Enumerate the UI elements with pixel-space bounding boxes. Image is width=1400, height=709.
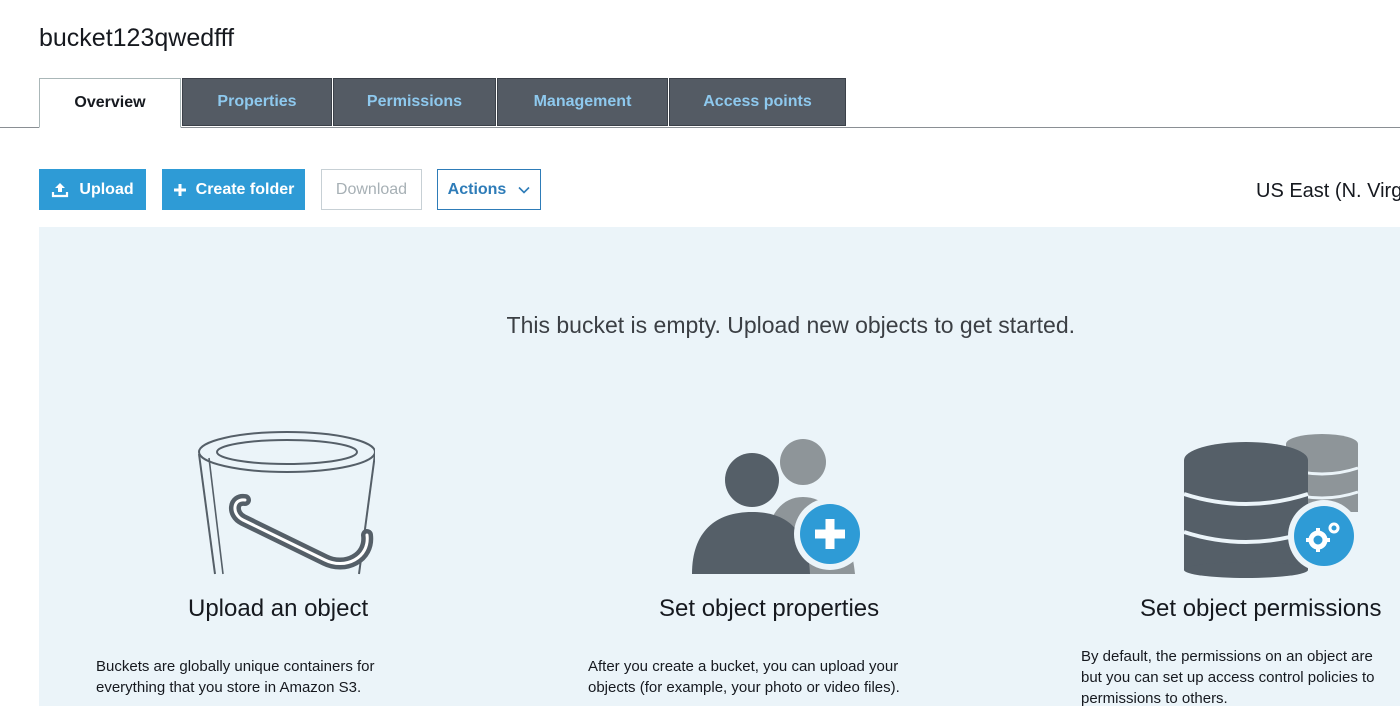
card-title-upload: Upload an object xyxy=(188,595,369,622)
users-add-icon xyxy=(692,439,866,574)
card-desc-line: but you can set up access control polici… xyxy=(1081,669,1375,686)
card-desc-properties: After you create a bucket, you can uploa… xyxy=(588,656,900,698)
card-desc-line: After you create a bucket, you can uploa… xyxy=(588,658,899,675)
card-desc-upload: Buckets are globally unique containers f… xyxy=(96,656,375,698)
region-label: US East (N. Virg xyxy=(1256,180,1400,202)
tab-overview[interactable]: Overview xyxy=(39,78,181,128)
chevron-down-icon xyxy=(518,186,530,194)
download-button[interactable]: Download xyxy=(321,169,422,210)
actions-label: Actions xyxy=(447,180,507,198)
card-title-permissions: Set object permissions xyxy=(1140,595,1382,622)
actions-dropdown[interactable]: Actions xyxy=(437,169,541,210)
empty-state-message: This bucket is empty. Upload new objects… xyxy=(506,312,1075,338)
card-desc-line: By default, the permissions on an object… xyxy=(1081,648,1373,665)
tab-properties[interactable]: Properties xyxy=(182,78,332,126)
create-folder-button[interactable]: Create folder xyxy=(162,169,305,210)
tab-management[interactable]: Management xyxy=(497,78,668,126)
tab-permissions[interactable]: Permissions xyxy=(333,78,496,126)
tab-access-points[interactable]: Access points xyxy=(669,78,846,126)
bucket-icon xyxy=(198,431,375,575)
upload-button[interactable]: Upload xyxy=(39,169,146,210)
card-desc-line: Buckets are globally unique containers f… xyxy=(96,658,375,675)
database-settings-icon xyxy=(1183,434,1360,578)
upload-label: Upload xyxy=(79,180,134,198)
card-desc-line: objects (for example, your photo or vide… xyxy=(588,679,900,696)
tab-bar: Overview Properties Permissions Manageme… xyxy=(39,78,847,128)
card-desc-permissions: By default, the permissions on an object… xyxy=(1081,646,1400,709)
plus-icon xyxy=(173,183,186,196)
create-folder-label: Create folder xyxy=(195,180,295,198)
bucket-title: bucket123qwedfff xyxy=(39,24,235,52)
card-title-properties: Set object properties xyxy=(659,595,880,622)
download-label: Download xyxy=(335,180,408,198)
upload-icon xyxy=(52,182,69,197)
card-desc-line: everything that you store in Amazon S3. xyxy=(96,679,362,696)
